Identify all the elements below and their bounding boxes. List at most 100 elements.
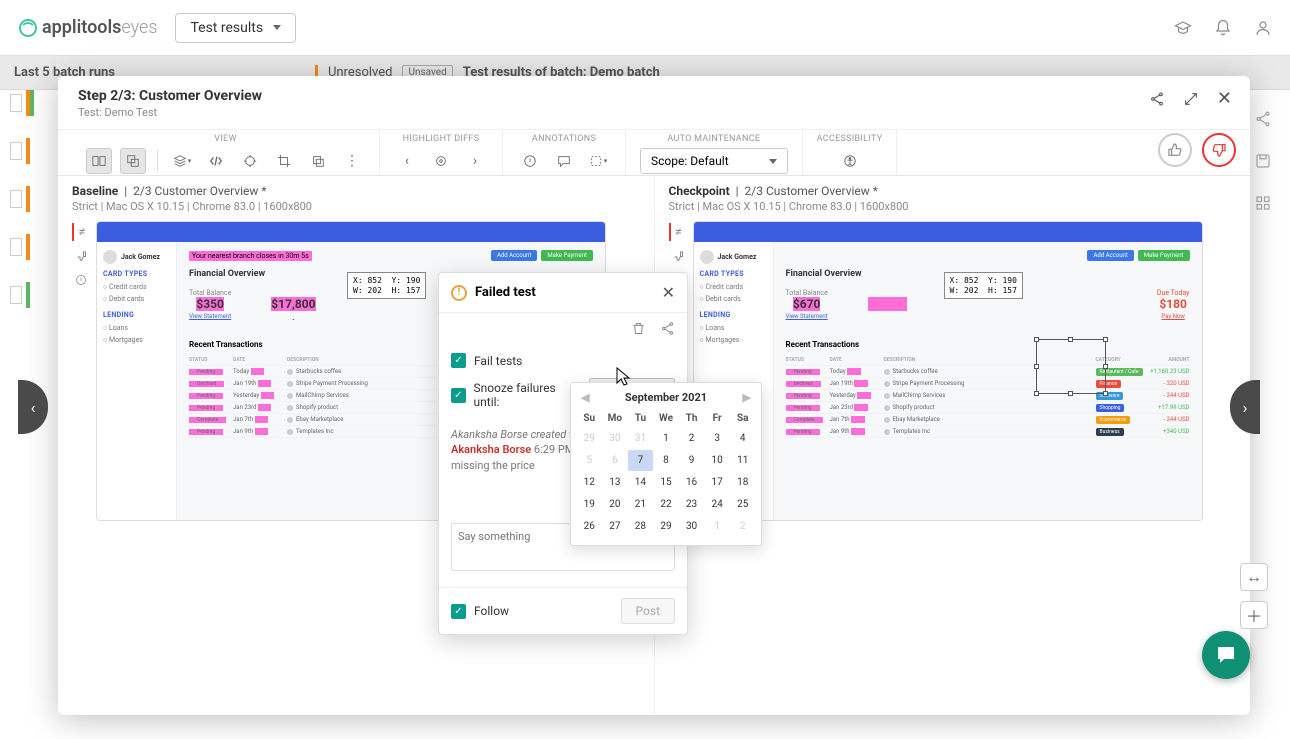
cal-day[interactable]: 21 <box>628 494 653 515</box>
warn-small-icon[interactable] <box>72 271 90 289</box>
diff-target-button[interactable] <box>428 148 454 174</box>
fail-tests-checkbox-row[interactable]: ✓ Fail tests <box>451 348 675 373</box>
cal-day[interactable]: 5 <box>577 450 602 471</box>
cal-day[interactable]: 12 <box>577 472 602 493</box>
cal-day[interactable]: 29 <box>577 428 602 449</box>
share-icon[interactable] <box>1254 110 1272 128</box>
cal-day[interactable]: 6 <box>603 450 628 471</box>
popover-close-icon[interactable]: ✕ <box>662 283 675 302</box>
cal-day[interactable]: 1 <box>654 428 679 449</box>
snooze-label: Snooze failures until: <box>474 381 582 409</box>
trash-icon[interactable] <box>631 321 646 336</box>
post-button[interactable]: Post <box>621 598 675 624</box>
grid-icon[interactable] <box>1254 194 1272 212</box>
float-toolbar: ↔ ＋ <box>1240 563 1268 629</box>
dropdown-label: Test results <box>190 20 263 36</box>
cal-day[interactable]: 30 <box>603 428 628 449</box>
cal-day[interactable]: 11 <box>730 450 755 471</box>
cal-day[interactable]: 17 <box>705 472 730 493</box>
view-side-by-side-button[interactable] <box>86 148 112 174</box>
cal-day[interactable]: 2 <box>730 516 755 537</box>
scope-select[interactable]: Scope: Default <box>640 148 788 174</box>
chevron-down-icon <box>273 25 281 30</box>
baseline-step: 2/3 Customer Overview * <box>133 184 266 198</box>
cal-next-button[interactable]: ▶ <box>743 391 751 404</box>
comment-button[interactable] <box>551 148 577 174</box>
cal-day[interactable]: 18 <box>730 472 755 493</box>
logo-subtext: eyes <box>121 17 157 38</box>
cal-day[interactable]: 28 <box>628 516 653 537</box>
thumbs-up-button[interactable] <box>1158 133 1192 167</box>
cal-day[interactable]: 8 <box>654 450 679 471</box>
logo: applitoolseyes <box>18 17 157 38</box>
crop-button[interactable] <box>271 148 297 174</box>
cal-day[interactable]: 31 <box>628 428 653 449</box>
zoom-in-button[interactable]: ＋ <box>1240 601 1268 629</box>
next-diff-button[interactable]: › <box>462 148 488 174</box>
follow-label: Follow <box>474 604 509 618</box>
thumbs-down-small-icon[interactable] <box>72 247 90 265</box>
layers-button[interactable]: ▾ <box>169 148 195 174</box>
cal-day[interactable]: 1 <box>705 516 730 537</box>
issue-button[interactable] <box>517 148 543 174</box>
share-icon[interactable] <box>660 321 675 336</box>
more-button[interactable]: ⋮ <box>339 148 365 174</box>
warn-icon: ! <box>451 285 467 301</box>
diff-indicator-icon[interactable]: ≠ <box>669 223 687 241</box>
cal-month-label: September 2021 <box>625 391 707 404</box>
cal-day[interactable]: 22 <box>654 494 679 515</box>
cal-day[interactable]: 9 <box>679 450 704 471</box>
share-icon[interactable] <box>1149 91 1165 107</box>
cal-day[interactable]: 15 <box>654 472 679 493</box>
cal-day[interactable]: 14 <box>628 472 653 493</box>
fail-tests-label: Fail tests <box>474 354 522 368</box>
fit-width-button[interactable]: ↔ <box>1240 563 1268 591</box>
cal-prev-button[interactable]: ◀ <box>581 391 589 404</box>
graduation-icon[interactable] <box>1174 19 1192 37</box>
baseline-meta: Strict | Mac OS X 10.15 | Chrome 83.0 | … <box>72 200 640 213</box>
group-access-label: ACCESSIBILITY <box>817 134 883 144</box>
bell-icon[interactable] <box>1214 19 1232 37</box>
close-icon[interactable]: ✕ <box>1217 88 1232 109</box>
copy-button[interactable] <box>305 148 331 174</box>
user-icon[interactable] <box>1254 19 1272 37</box>
cal-day[interactable]: 10 <box>705 450 730 471</box>
cal-day[interactable]: 13 <box>603 472 628 493</box>
checkpoint-screenshot[interactable]: Jack Gomez CARD TYPES ○ Credit cards ○ D… <box>693 221 1203 521</box>
cal-day[interactable]: 23 <box>679 494 704 515</box>
cal-day[interactable]: 29 <box>654 516 679 537</box>
save-icon[interactable] <box>1254 152 1272 170</box>
code-button[interactable] <box>203 148 229 174</box>
cal-day[interactable]: 3 <box>705 428 730 449</box>
thumbs-down-button[interactable] <box>1202 133 1236 167</box>
cal-day[interactable]: 27 <box>603 516 628 537</box>
cal-day[interactable]: 16 <box>679 472 704 493</box>
chat-button[interactable] <box>1202 631 1250 679</box>
prev-diff-button[interactable]: ‹ <box>394 148 420 174</box>
cal-day[interactable]: 2 <box>679 428 704 449</box>
cal-day[interactable]: 26 <box>577 516 602 537</box>
cal-dow: Mo <box>603 410 628 427</box>
expand-icon[interactable] <box>1183 91 1199 107</box>
prev-step-button[interactable]: ‹ <box>18 380 48 434</box>
test-results-dropdown[interactable]: Test results <box>175 13 296 43</box>
follow-checkbox-row[interactable]: ✓ Follow <box>451 604 509 619</box>
cal-dow: Tu <box>628 410 653 427</box>
thumbs-down-small-icon[interactable] <box>669 247 687 265</box>
modal-header: Step 2/3: Customer Overview Test: Demo T… <box>58 76 1250 130</box>
cal-dow: Su <box>577 410 602 427</box>
cal-day[interactable]: 24 <box>705 494 730 515</box>
region-button[interactable]: ▾ <box>585 148 611 174</box>
cal-day[interactable]: 7 <box>628 450 653 471</box>
view-overlay-button[interactable] <box>120 148 146 174</box>
cal-day[interactable]: 19 <box>577 494 602 515</box>
cal-day[interactable]: 4 <box>730 428 755 449</box>
cal-day[interactable]: 20 <box>603 494 628 515</box>
diff-indicator-icon[interactable]: ≠ <box>72 223 90 241</box>
accessibility-button[interactable] <box>837 148 863 174</box>
group-annotations-label: ANNOTATIONS <box>532 134 596 144</box>
cal-day[interactable]: 25 <box>730 494 755 515</box>
cal-day[interactable]: 30 <box>679 516 704 537</box>
target-button[interactable] <box>237 148 263 174</box>
scope-label: Scope: Default <box>651 154 729 168</box>
